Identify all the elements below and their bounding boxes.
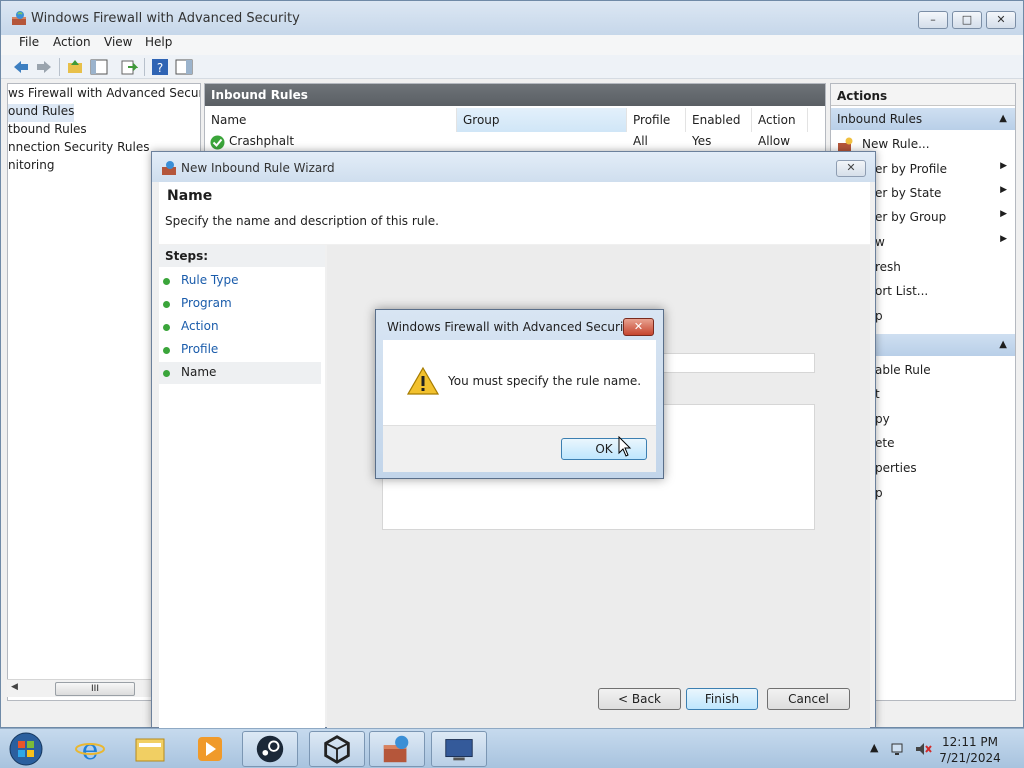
taskbar: e ▲ 12:11 PM 7/21/2024	[0, 728, 1024, 768]
rule-name-cell[interactable]: Crashphalt	[229, 134, 294, 148]
scroll-left-icon[interactable]: ◀	[11, 682, 18, 692]
rule-profile-cell: All	[633, 134, 648, 148]
step-dot-icon	[163, 301, 170, 308]
menu-action[interactable]: Action	[51, 35, 93, 49]
warning-icon	[407, 366, 439, 395]
rule-enabled-cell: Yes	[692, 134, 712, 148]
forward-arrow-icon[interactable]	[35, 58, 53, 76]
up-folder-icon[interactable]	[66, 58, 84, 76]
column-header-group[interactable]: Group	[457, 108, 627, 132]
column-header-enabled[interactable]: Enabled	[686, 108, 752, 132]
step-action[interactable]: Action	[159, 316, 321, 338]
wizard-close-button[interactable]: ✕	[836, 160, 866, 177]
step-dot-icon	[163, 324, 170, 331]
file-explorer-icon[interactable]	[122, 731, 178, 767]
dialog-footer: OK	[383, 425, 656, 472]
step-name: Name	[159, 362, 321, 384]
menu-bar: File Action View Help	[1, 35, 1023, 55]
wizard-title-bar: New Inbound Rule Wizard ✕	[152, 152, 875, 182]
firewall-app-icon	[162, 161, 176, 175]
svg-text:e: e	[82, 733, 99, 766]
actions-section-label: Inbound Rules	[837, 112, 923, 126]
wizard-header: Name Specify the name and description of…	[159, 182, 870, 244]
window-title: Windows Firewall with Advanced Security	[31, 11, 300, 26]
tree-item-outbound-rules[interactable]: tbound Rules	[8, 122, 87, 140]
step-dot-icon	[163, 347, 170, 354]
ok-button[interactable]: OK	[561, 438, 647, 460]
svg-text:?: ?	[157, 61, 163, 75]
dialog-content: You must specify the rule name. OK	[383, 340, 656, 472]
tree-item-inbound-rules[interactable]: ound Rules	[8, 104, 74, 122]
scrollbar-thumb[interactable]: III	[55, 682, 135, 696]
dialog-close-button[interactable]: ✕	[623, 318, 654, 336]
clock-time: 12:11 PM	[942, 735, 998, 749]
toolbar: ?	[1, 55, 1023, 79]
submenu-arrow-icon: ▶	[1000, 209, 1007, 219]
maximize-button[interactable]: □	[952, 11, 982, 29]
rule-action-cell: Allow	[758, 134, 791, 148]
wizard-steps: Steps: Rule Type Program Action Profile …	[159, 245, 325, 729]
unity-icon[interactable]	[309, 731, 365, 767]
dialog-message: You must specify the rule name.	[448, 374, 642, 388]
column-header-profile[interactable]: Profile	[627, 108, 686, 132]
system-clock[interactable]: 12:11 PM 7/21/2024	[935, 734, 1005, 766]
firewall-taskbar-icon[interactable]	[369, 731, 425, 767]
clock-date: 7/21/2024	[939, 751, 1001, 765]
volume-muted-icon[interactable]	[914, 741, 932, 757]
tree-item-monitoring[interactable]: nitoring	[8, 158, 54, 176]
steps-title: Steps:	[159, 245, 325, 267]
remote-desktop-icon[interactable]	[431, 731, 487, 767]
start-button-icon[interactable]	[6, 731, 46, 767]
menu-help[interactable]: Help	[143, 35, 174, 49]
media-player-icon[interactable]	[182, 731, 238, 767]
menu-file[interactable]: File	[17, 35, 41, 49]
steam-icon[interactable]	[242, 731, 298, 767]
column-header-name[interactable]: Name	[205, 108, 457, 132]
close-icon: ✕	[996, 13, 1006, 26]
title-bar: Windows Firewall with Advanced Security …	[1, 1, 1023, 35]
show-hide-tree-icon[interactable]	[90, 58, 108, 76]
minimize-icon: –	[930, 13, 936, 26]
back-arrow-icon[interactable]	[12, 58, 30, 76]
back-button[interactable]: < Back	[598, 688, 681, 710]
cancel-button[interactable]: Cancel	[767, 688, 850, 710]
actions-title: Actions	[831, 84, 1015, 106]
collapse-caret-icon[interactable]: ▲	[999, 113, 1007, 124]
collapse-caret-icon[interactable]: ▲	[999, 339, 1007, 350]
step-dot-icon	[163, 370, 170, 377]
allow-check-icon	[210, 135, 225, 150]
submenu-arrow-icon: ▶	[1000, 234, 1007, 244]
wizard-description: Specify the name and description of this…	[165, 214, 439, 228]
maximize-icon: □	[961, 13, 973, 26]
step-program[interactable]: Program	[159, 293, 321, 315]
mouse-cursor-icon	[618, 436, 632, 457]
dialog-title: Windows Firewall with Advanced Security	[387, 320, 636, 334]
tree-item-root[interactable]: ws Firewall with Advanced Security o	[8, 86, 200, 104]
column-header-action[interactable]: Action	[752, 108, 808, 132]
network-icon[interactable]	[890, 741, 906, 757]
new-rule-icon	[838, 137, 853, 151]
step-dot-icon	[163, 278, 170, 285]
step-rule-type[interactable]: Rule Type	[159, 270, 321, 292]
close-button[interactable]: ✕	[986, 11, 1016, 29]
submenu-arrow-icon: ▶	[1000, 185, 1007, 195]
internet-explorer-icon[interactable]: e	[62, 731, 118, 767]
rules-list-pane: Inbound Rules Name Group Profile Enabled…	[204, 83, 826, 153]
minimize-button[interactable]: –	[918, 11, 948, 29]
actions-section-inbound-rules[interactable]: Inbound Rules ▲	[831, 108, 1015, 130]
menu-view[interactable]: View	[102, 35, 134, 49]
tree-item-connection-security-rules[interactable]: nnection Security Rules	[8, 140, 149, 158]
export-list-icon[interactable]	[120, 58, 138, 76]
step-profile[interactable]: Profile	[159, 339, 321, 361]
tree-horizontal-scrollbar[interactable]: ◀ III	[7, 679, 151, 697]
help-icon[interactable]: ?	[151, 58, 169, 76]
wizard-heading: Name	[167, 188, 213, 204]
rules-pane-header: Inbound Rules	[205, 84, 825, 106]
wizard-title: New Inbound Rule Wizard	[181, 161, 335, 175]
submenu-arrow-icon: ▶	[1000, 161, 1007, 171]
show-hide-action-pane-icon[interactable]	[175, 58, 193, 76]
show-hidden-icons-icon[interactable]: ▲	[870, 741, 878, 754]
firewall-app-icon	[12, 11, 26, 25]
finish-button[interactable]: Finish	[686, 688, 758, 710]
